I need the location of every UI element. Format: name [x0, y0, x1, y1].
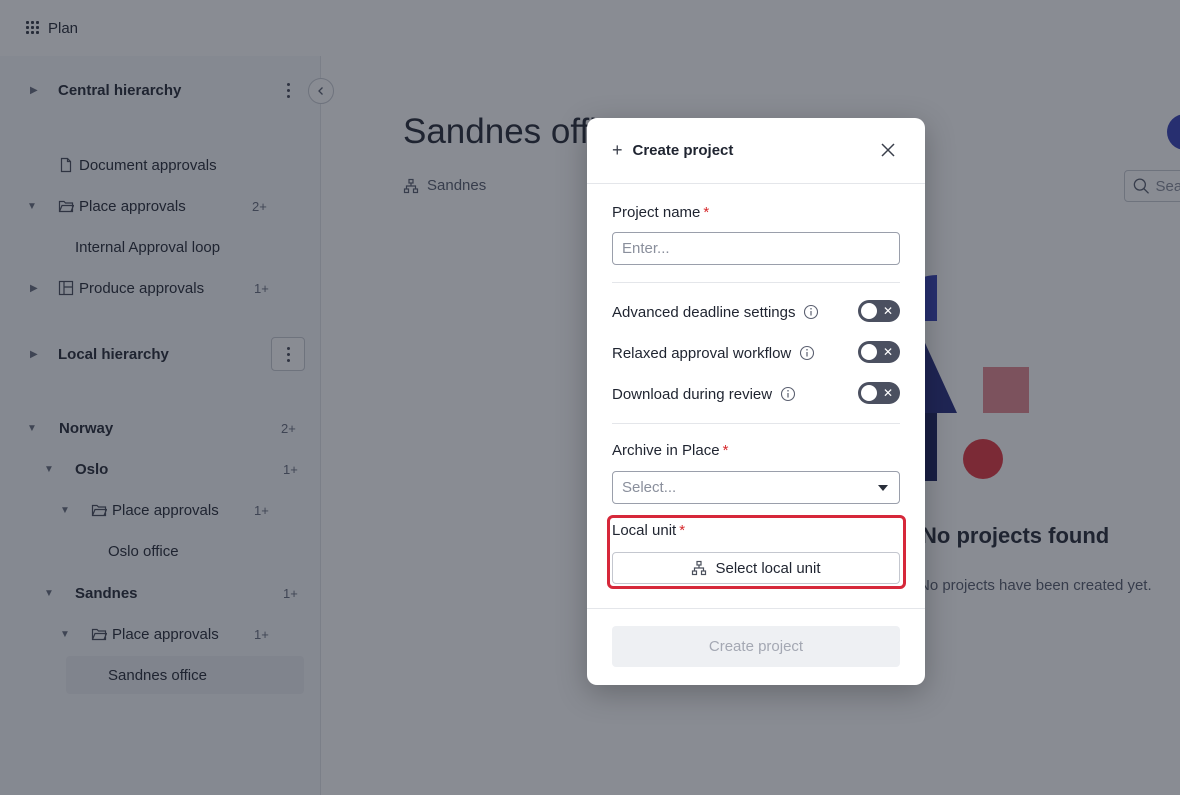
divider — [612, 282, 900, 283]
create-project-dialog: + Create project Project name* Advanced … — [587, 118, 925, 685]
divider — [587, 608, 925, 609]
toggle-knob — [861, 303, 877, 319]
archive-label: Archive in Place * — [612, 442, 728, 459]
dialog-header: + Create project — [587, 118, 925, 184]
info-icon[interactable] — [803, 304, 819, 320]
select-local-unit-label: Select local unit — [715, 559, 821, 577]
relaxed-workflow-toggle[interactable]: ✕ — [858, 341, 900, 363]
project-name-label: Project name * — [612, 204, 709, 221]
toggle-label: Download during review — [612, 385, 773, 403]
toggle-off-icon: ✕ — [882, 345, 893, 359]
toggle-knob — [861, 344, 877, 360]
required-marker: * — [679, 522, 686, 539]
select-local-unit-button[interactable]: Select local unit — [612, 552, 900, 584]
select-placeholder: Select... — [622, 479, 677, 496]
toggle-label: Relaxed approval workflow — [612, 344, 792, 362]
close-icon[interactable] — [879, 141, 897, 159]
local-unit-label-text: Local unit — [612, 522, 677, 539]
toggle-label: Advanced deadline settings — [612, 303, 796, 321]
toggle-off-icon: ✕ — [882, 386, 893, 400]
required-marker: * — [703, 204, 710, 221]
advanced-deadline-toggle[interactable]: ✕ — [858, 300, 900, 322]
info-icon[interactable] — [780, 386, 796, 402]
plus-icon: + — [612, 140, 623, 160]
local-unit-label: Local unit * — [612, 522, 685, 539]
divider — [612, 423, 900, 424]
info-icon[interactable] — [799, 345, 815, 361]
create-project-button[interactable]: Create project — [612, 626, 900, 667]
archive-select[interactable]: Select... — [612, 471, 900, 504]
required-marker: * — [722, 442, 729, 459]
project-name-input[interactable] — [612, 232, 900, 265]
project-name-label-text: Project name — [612, 204, 701, 221]
download-review-toggle[interactable]: ✕ — [858, 382, 900, 404]
toggle-row-advanced-deadline: Advanced deadline settings ✕ — [612, 300, 900, 324]
dialog-title: Create project — [632, 142, 734, 159]
toggle-row-relaxed-workflow: Relaxed approval workflow ✕ — [612, 341, 900, 365]
caret-down-icon — [878, 485, 888, 491]
hierarchy-icon — [692, 560, 707, 576]
toggle-row-download-review: Download during review ✕ — [612, 382, 900, 406]
toggle-knob — [861, 385, 877, 401]
toggle-off-icon: ✕ — [882, 304, 893, 318]
archive-label-text: Archive in Place — [612, 442, 720, 459]
